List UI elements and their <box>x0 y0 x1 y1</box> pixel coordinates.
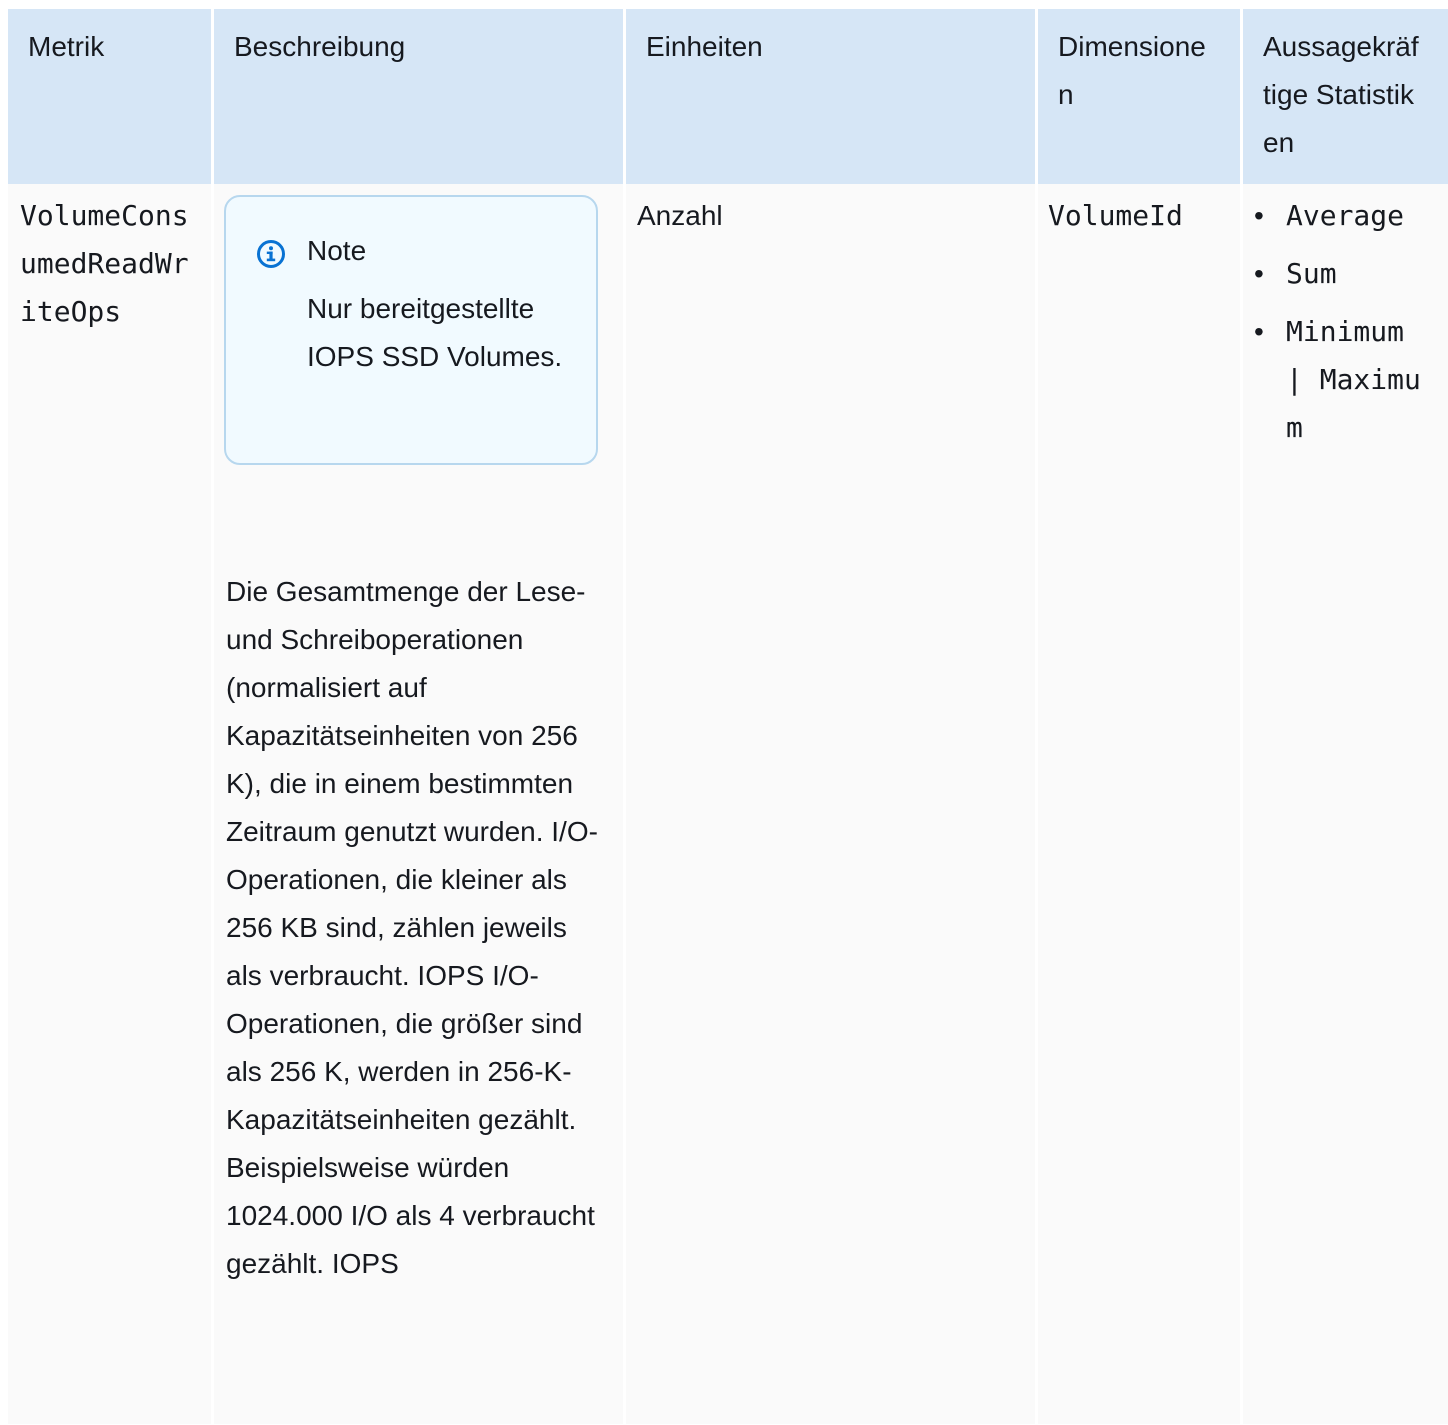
cell-metric <box>8 184 211 1424</box>
header-cell-dimensions: Dimensionen <box>1038 9 1240 184</box>
statistic-minimum-maximum: Minimum | Maximum <box>1286 315 1421 444</box>
metric-name: VolumeConsumedReadWriteOps <box>20 199 189 328</box>
header-units-label: Einheiten <box>646 31 763 62</box>
metric-units: Anzahl <box>637 200 723 231</box>
cell-units <box>626 184 1035 1424</box>
list-item: • Minimum | Maximum <box>1250 308 1440 452</box>
list-item: • Sum <box>1250 250 1440 298</box>
metric-description: Die Gesamtmenge der Lese- und Schreibope… <box>226 576 598 1279</box>
bullet-icon: • <box>1254 316 1264 347</box>
header-description-label: Beschreibung <box>234 31 406 62</box>
list-item: • Average <box>1250 192 1440 240</box>
header-metric-label: Metrik <box>28 31 105 62</box>
statistics-list: • Average • Sum • Minimum | Maximum <box>1250 192 1440 462</box>
header-cell-metric: Metrik <box>8 9 211 184</box>
note-callout: Note Nur bereitgestellte IOPS SSD Volume… <box>224 195 598 465</box>
statistic-sum: Sum <box>1286 257 1337 290</box>
header-dimensions-label: Dimensionen <box>1058 31 1206 110</box>
header-cell-statistics: Aussagekräftige Statistiken <box>1243 9 1448 184</box>
bullet-icon: • <box>1254 258 1264 289</box>
header-cell-description: Beschreibung <box>214 9 623 184</box>
bullet-icon: • <box>1254 200 1264 231</box>
info-icon <box>257 240 285 268</box>
statistic-average: Average <box>1286 199 1405 232</box>
cell-dimensions <box>1038 184 1240 1424</box>
metric-dimension: VolumeId <box>1048 199 1183 232</box>
header-cell-units: Einheiten <box>626 9 1035 184</box>
note-text: Nur bereitgestellte IOPS SSD Volumes. <box>307 293 563 372</box>
note-title: Note <box>307 235 367 266</box>
header-statistics-label: Aussagekräftige Statistiken <box>1263 31 1419 158</box>
table-header-row: Metrik Beschreibung Einheiten Dimensione… <box>8 9 1448 184</box>
